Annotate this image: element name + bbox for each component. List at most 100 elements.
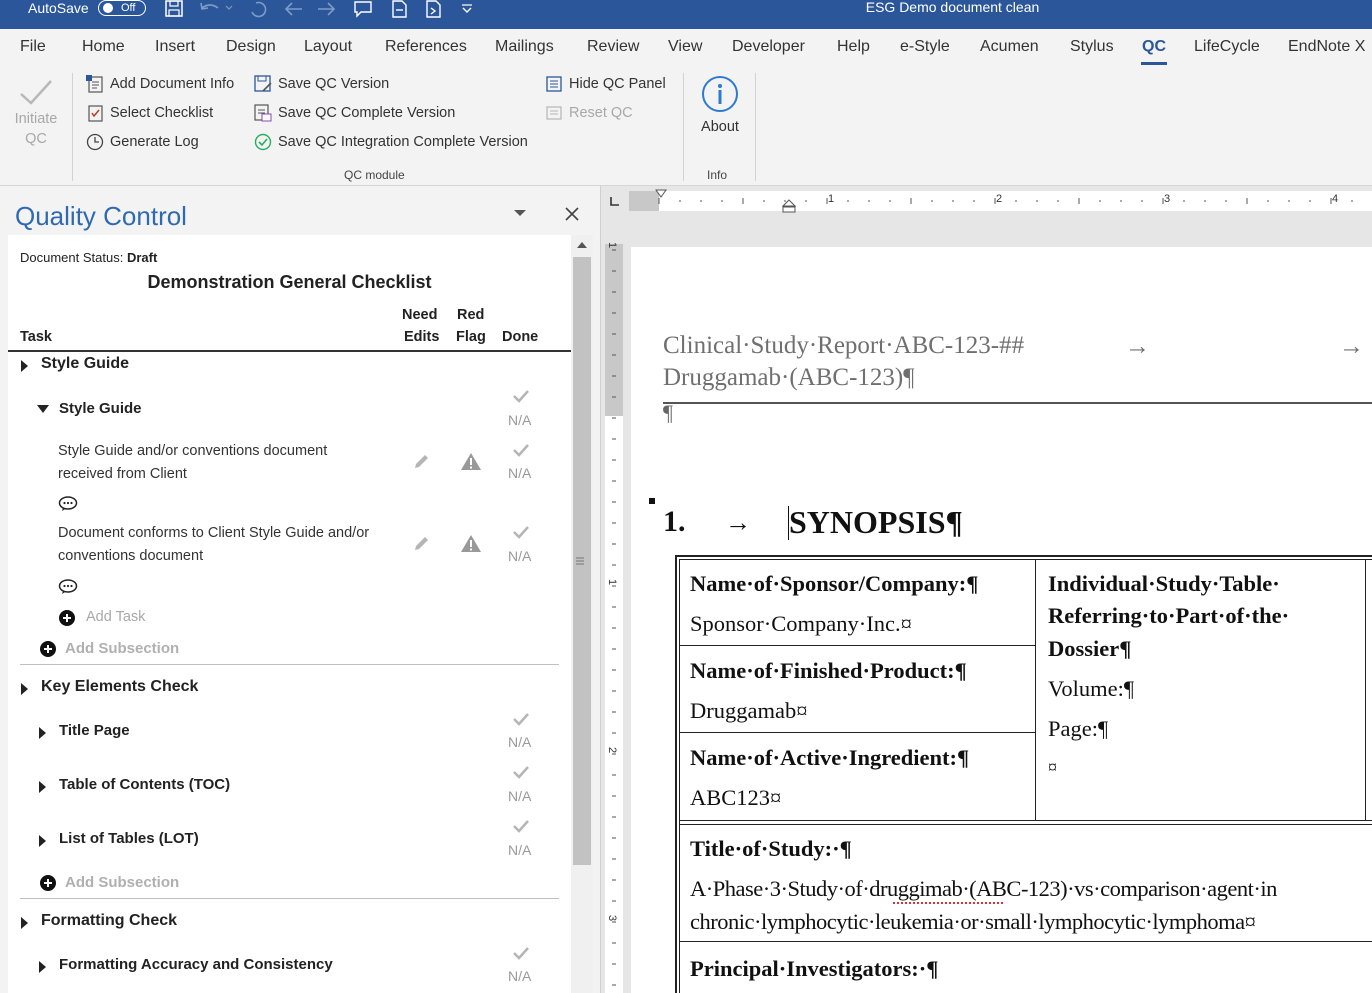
expand-triangle-icon[interactable] xyxy=(38,727,46,739)
reset-qc-button[interactable]: Reset QC xyxy=(545,104,633,122)
tab-design[interactable]: Design xyxy=(226,38,276,56)
save-icon[interactable] xyxy=(164,0,184,20)
select-checklist-button[interactable]: Select Checklist xyxy=(86,104,213,122)
add-circle-icon[interactable] xyxy=(58,609,76,627)
subsection-title-page[interactable]: Title Page xyxy=(59,722,130,739)
document-share-icon[interactable] xyxy=(422,0,444,20)
vertical-ruler[interactable]: 1 1 2 3 xyxy=(605,242,623,993)
ruler-label: 1 xyxy=(828,193,835,205)
save-qc-complete-version-button[interactable]: Save QC Complete Version xyxy=(254,104,455,122)
first-line-indent-marker-icon[interactable] xyxy=(655,189,667,199)
quality-control-pane: Quality Control Document Status: Draft D… xyxy=(0,186,600,993)
ruler-label: 4 xyxy=(1332,193,1339,205)
tab-arrow: → xyxy=(1125,333,1150,360)
tab-references[interactable]: References xyxy=(385,38,467,56)
expand-triangle-icon[interactable] xyxy=(20,360,28,372)
hanging-indent-marker-icon[interactable] xyxy=(782,199,796,213)
done-check-icon[interactable] xyxy=(512,946,530,960)
collapse-triangle-icon[interactable] xyxy=(37,405,49,413)
tab-view[interactable]: View xyxy=(668,38,702,56)
section-key-elements-check[interactable]: Key Elements Check xyxy=(41,678,198,696)
subsection-formatting-accuracy[interactable]: Formatting Accuracy and Consistency xyxy=(59,956,333,973)
document-status: Document Status: Draft xyxy=(20,250,157,265)
scroll-up-icon[interactable] xyxy=(577,241,587,248)
comment-bubble-icon[interactable] xyxy=(58,496,78,512)
done-check-icon[interactable] xyxy=(512,819,530,833)
add-circle-icon[interactable] xyxy=(39,640,57,658)
undo-icon[interactable] xyxy=(198,0,234,20)
ist-line-2: Referring·to·Part·of·the· xyxy=(1048,603,1290,628)
col-red-header: Red xyxy=(457,307,485,323)
tab-stop-selector-icon[interactable] xyxy=(607,194,621,208)
done-check-icon[interactable] xyxy=(512,443,530,457)
expand-triangle-icon[interactable] xyxy=(38,781,46,793)
add-task-button[interactable]: Add Task xyxy=(86,609,145,625)
save-complete-icon xyxy=(254,104,272,122)
subsection-toc[interactable]: Table of Contents (TOC) xyxy=(59,776,230,793)
edit-pencil-icon[interactable] xyxy=(412,535,430,553)
tab-insert[interactable]: Insert xyxy=(155,38,195,56)
tab-mailings[interactable]: Mailings xyxy=(495,38,554,56)
tab-file[interactable]: File xyxy=(20,38,46,56)
about-button[interactable]: About xyxy=(694,75,746,135)
comment-bubble-icon[interactable] xyxy=(58,579,78,595)
horizontal-ruler[interactable]: 1 2 3 4 xyxy=(629,189,1372,213)
pane-scrollbar[interactable] xyxy=(571,235,593,993)
done-na-label: N/A xyxy=(508,968,532,984)
forward-arrow-icon[interactable] xyxy=(316,0,338,20)
comment-icon[interactable] xyxy=(352,0,374,20)
hide-qc-panel-button[interactable]: Hide QC Panel xyxy=(545,75,666,93)
add-subsection-button[interactable]: Add Subsection xyxy=(65,640,179,657)
expand-triangle-icon[interactable] xyxy=(20,917,28,929)
tab-stylus[interactable]: Stylus xyxy=(1070,38,1114,56)
splitter-grip-icon[interactable] xyxy=(576,556,584,566)
save-qc-version-button[interactable]: Save QC Version xyxy=(254,75,389,93)
tab-acumen[interactable]: Acumen xyxy=(980,38,1039,56)
pane-title: Quality Control xyxy=(15,201,187,231)
done-check-icon[interactable] xyxy=(512,525,530,539)
tab-review[interactable]: Review xyxy=(587,38,639,56)
add-subsection-button[interactable]: Add Subsection xyxy=(65,874,179,891)
tab-e-style[interactable]: e-Style xyxy=(900,38,950,56)
redo-icon[interactable] xyxy=(248,0,268,20)
subsection-lot[interactable]: List of Tables (LOT) xyxy=(59,830,199,847)
section-style-guide[interactable]: Style Guide xyxy=(41,355,129,373)
text-cursor xyxy=(788,506,789,540)
title-line-2: chronic·lymphocytic·leukemia·or·small·ly… xyxy=(690,909,1256,934)
tab-home[interactable]: Home xyxy=(82,38,125,56)
expand-triangle-icon[interactable] xyxy=(20,683,28,695)
document-export-icon[interactable] xyxy=(388,0,410,20)
save-qc-integration-complete-version-button[interactable]: Save QC Integration Complete Version xyxy=(254,133,528,151)
expand-triangle-icon[interactable] xyxy=(38,961,46,973)
tab-qc[interactable]: QC xyxy=(1142,38,1166,56)
warning-flag-icon[interactable] xyxy=(460,534,482,553)
done-check-icon[interactable] xyxy=(512,389,530,403)
heading-synopsis: SYNOPSIS¶ xyxy=(789,504,963,540)
close-icon[interactable] xyxy=(565,207,579,221)
done-check-icon[interactable] xyxy=(512,765,530,779)
add-circle-icon[interactable] xyxy=(39,874,57,892)
ruler-label: 3 xyxy=(606,914,619,922)
expand-triangle-icon[interactable] xyxy=(38,835,46,847)
pane-options-chevron-icon[interactable] xyxy=(513,208,527,218)
section-formatting-check[interactable]: Formatting Check xyxy=(41,912,177,930)
tab-developer[interactable]: Developer xyxy=(732,38,805,56)
done-check-icon[interactable] xyxy=(512,712,530,726)
tab-layout[interactable]: Layout xyxy=(304,38,352,56)
add-document-info-button[interactable]: Add Document Info xyxy=(86,75,234,93)
tab-endnote[interactable]: EndNote X xyxy=(1288,38,1365,56)
initiate-qc-button[interactable]: Initiate QC xyxy=(8,75,64,149)
edit-pencil-icon[interactable] xyxy=(412,453,430,471)
tab-help[interactable]: Help xyxy=(837,38,870,56)
document-page[interactable]: Clinical·Study·Report·ABC-123-## Druggam… xyxy=(631,247,1372,993)
autosave-toggle[interactable]: Off xyxy=(98,0,146,16)
back-arrow-icon[interactable] xyxy=(282,0,304,20)
cell-end-mark: ¤ xyxy=(1048,757,1057,777)
title-line-1: A·Phase·3·Study·of·druggimab·(ABC-123)·v… xyxy=(690,876,1277,901)
generate-log-button[interactable]: Generate Log xyxy=(86,133,199,151)
heading-tab-arrow: → xyxy=(725,508,751,537)
tab-lifecycle[interactable]: LifeCycle xyxy=(1194,38,1260,56)
customize-toolbar-icon[interactable] xyxy=(460,0,474,20)
warning-flag-icon[interactable] xyxy=(460,452,482,471)
subsection-style-guide[interactable]: Style Guide xyxy=(59,400,142,417)
